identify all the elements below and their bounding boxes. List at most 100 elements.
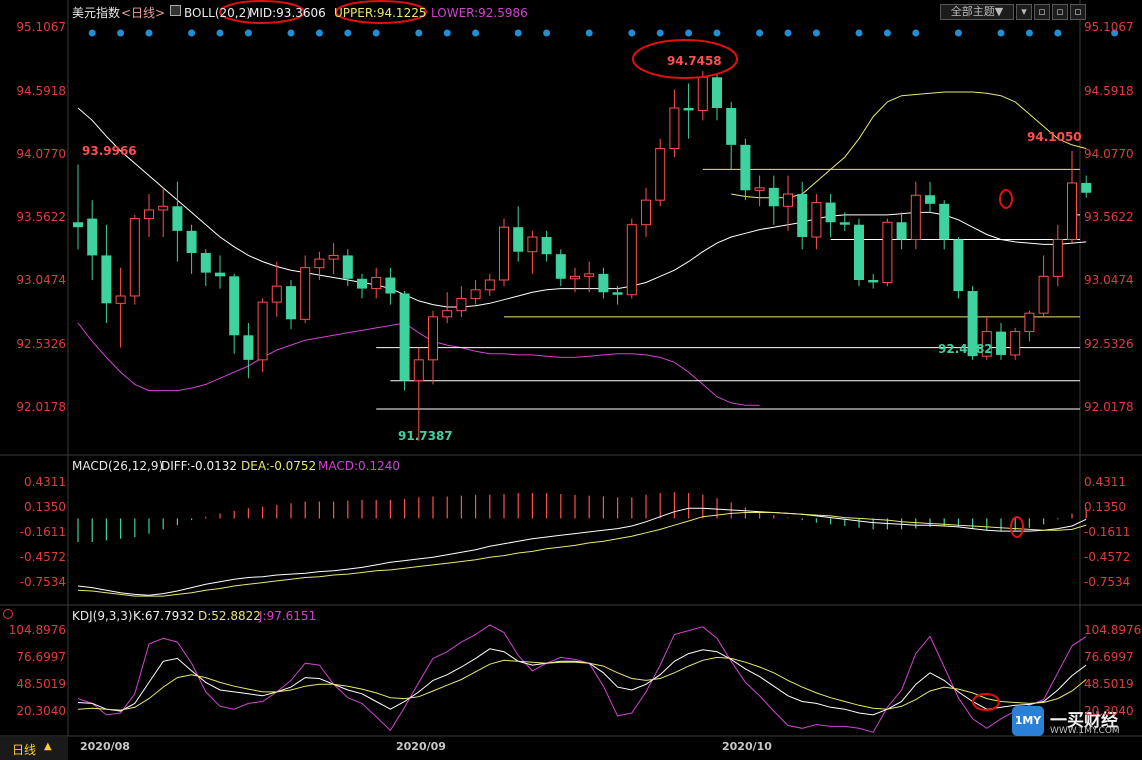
price-axis-tick-left: 94.5918 <box>16 83 66 98</box>
signal-dot <box>812 29 820 37</box>
candle-body-up <box>484 279 495 291</box>
maximize-button[interactable]: ▫ <box>1052 4 1068 20</box>
candle-body-down <box>101 255 112 304</box>
macd-axis-tick-right: 0.4311 <box>1084 475 1126 490</box>
signal-dot <box>997 29 1005 37</box>
candle-body-up <box>115 295 126 304</box>
logo-url: WWW.1MY.COM <box>1050 726 1120 736</box>
boll-lower-value: LOWER:92.5986 <box>431 6 528 20</box>
x-axis-label-aug: 2020/08 <box>80 740 130 753</box>
candle-body-up <box>300 267 311 320</box>
highlight-circle <box>972 693 1000 711</box>
candle-body-up <box>584 273 595 277</box>
signal-dot <box>585 29 593 37</box>
candle-body-up <box>442 310 453 318</box>
indicator-icon[interactable] <box>170 5 181 16</box>
macd-diff-value: DIFF:-0.0132 <box>161 459 238 473</box>
price-axis-tick-right: 92.5326 <box>1084 336 1134 351</box>
kdj-d-value: D:52.8822 <box>198 609 261 623</box>
candle-body-up <box>271 285 282 303</box>
minimize-button[interactable]: ▾ <box>1016 4 1032 20</box>
period-tab-bar: 日线 ▲ <box>0 737 68 760</box>
price-axis-tick-right: 93.5622 <box>1084 210 1134 225</box>
price-chart-canvas[interactable] <box>0 0 1142 760</box>
restore-button[interactable]: ▫ <box>1034 4 1050 20</box>
candle-body-up <box>328 254 339 260</box>
signal-dot <box>713 29 721 37</box>
candle-body-down <box>612 292 623 295</box>
settings-icon[interactable] <box>3 609 13 619</box>
price-axis-tick-left: 92.5326 <box>16 336 66 351</box>
signal-dot <box>188 29 196 37</box>
kdj-title: KDJ(9,3,3) <box>72 609 133 623</box>
candle-body-up <box>129 218 140 297</box>
price-axis-tick-left: 94.0770 <box>16 146 66 161</box>
period-tab-label[interactable]: 日线 <box>12 741 36 758</box>
candle-body-up <box>641 199 651 226</box>
signal-dot <box>216 29 224 37</box>
candle-body-down <box>555 254 566 279</box>
candle-body-down <box>839 222 850 225</box>
candle-body-up <box>413 359 424 382</box>
kdj-axis-tick-left: 48.5019 <box>16 676 66 691</box>
candle-body-up <box>144 209 154 220</box>
kdj-axis-tick-left: 104.8976 <box>8 622 66 637</box>
logo-icon: 1MY <box>1012 706 1044 736</box>
candle-body-up <box>158 205 169 211</box>
close-button[interactable]: ▫ <box>1070 4 1086 20</box>
candle-body-down <box>342 255 353 279</box>
candle-body-down <box>797 194 808 237</box>
candle-body-down <box>513 227 524 252</box>
kdj-j-line <box>77 624 1087 733</box>
candle-body-up <box>371 277 382 290</box>
period-tab-arrow-icon[interactable]: ▲ <box>44 741 52 752</box>
kdj-axis-tick-right: 20.3040 <box>1084 703 1134 718</box>
signal-dot <box>628 29 636 37</box>
theme-dropdown[interactable]: 全部主题▼ <box>940 4 1014 20</box>
annotation-left-high: 93.9966 <box>82 144 137 158</box>
candle-body-down <box>541 237 552 255</box>
candle-body-down <box>1081 182 1092 193</box>
kdj-j-value: J:97.6151 <box>259 609 317 623</box>
signal-dot <box>912 29 920 37</box>
annotation-right-high: 94.1050 <box>1027 130 1082 144</box>
x-axis-label-sep: 2020/09 <box>396 740 446 753</box>
candle-body-down <box>215 272 225 277</box>
kdj-k-line <box>77 648 1087 716</box>
candle-body-down <box>357 278 367 289</box>
macd-dea-value: DEA:-0.0752 <box>241 459 317 473</box>
candle-body-up <box>669 107 680 150</box>
candle-body-down <box>854 224 864 280</box>
candle-body-up <box>783 193 793 207</box>
boll-mid-value: MID:93.3606 <box>249 6 326 20</box>
candle-body-down <box>953 239 964 292</box>
candle-body-down <box>768 187 779 207</box>
candle-body-up <box>754 187 765 191</box>
signal-dot <box>1054 29 1062 37</box>
candle-body-down <box>598 273 609 293</box>
candle-body-down <box>385 277 396 294</box>
candle-body-up <box>697 76 708 111</box>
signal-dot <box>372 29 380 37</box>
annotation-right-low: 92.4682 <box>938 342 993 356</box>
macd-axis-tick-left: -0.4572 <box>19 550 66 565</box>
candle-body-up <box>428 316 438 361</box>
signal-dot <box>855 29 863 37</box>
symbol-label: 美元指数 <box>72 6 121 20</box>
candle-body-down <box>726 108 737 145</box>
signal-dot <box>244 29 252 37</box>
signal-dot <box>685 29 693 37</box>
highlight-circle <box>999 189 1013 209</box>
candle-body-up <box>626 224 637 296</box>
candle-body-down <box>200 252 211 273</box>
kdj-axis-tick-left: 20.3040 <box>16 703 66 718</box>
signal-dot <box>543 29 551 37</box>
signal-dot <box>784 29 792 37</box>
signal-dot <box>415 29 423 37</box>
candle-body-down <box>186 230 197 253</box>
period-tag[interactable]: <日线> <box>121 6 165 20</box>
macd-axis-tick-right: -0.4572 <box>1084 550 1131 565</box>
candle-body-up <box>1024 312 1035 333</box>
price-axis-tick-left: 93.0474 <box>16 273 66 288</box>
kdj-axis-tick-right: 48.5019 <box>1084 676 1134 691</box>
